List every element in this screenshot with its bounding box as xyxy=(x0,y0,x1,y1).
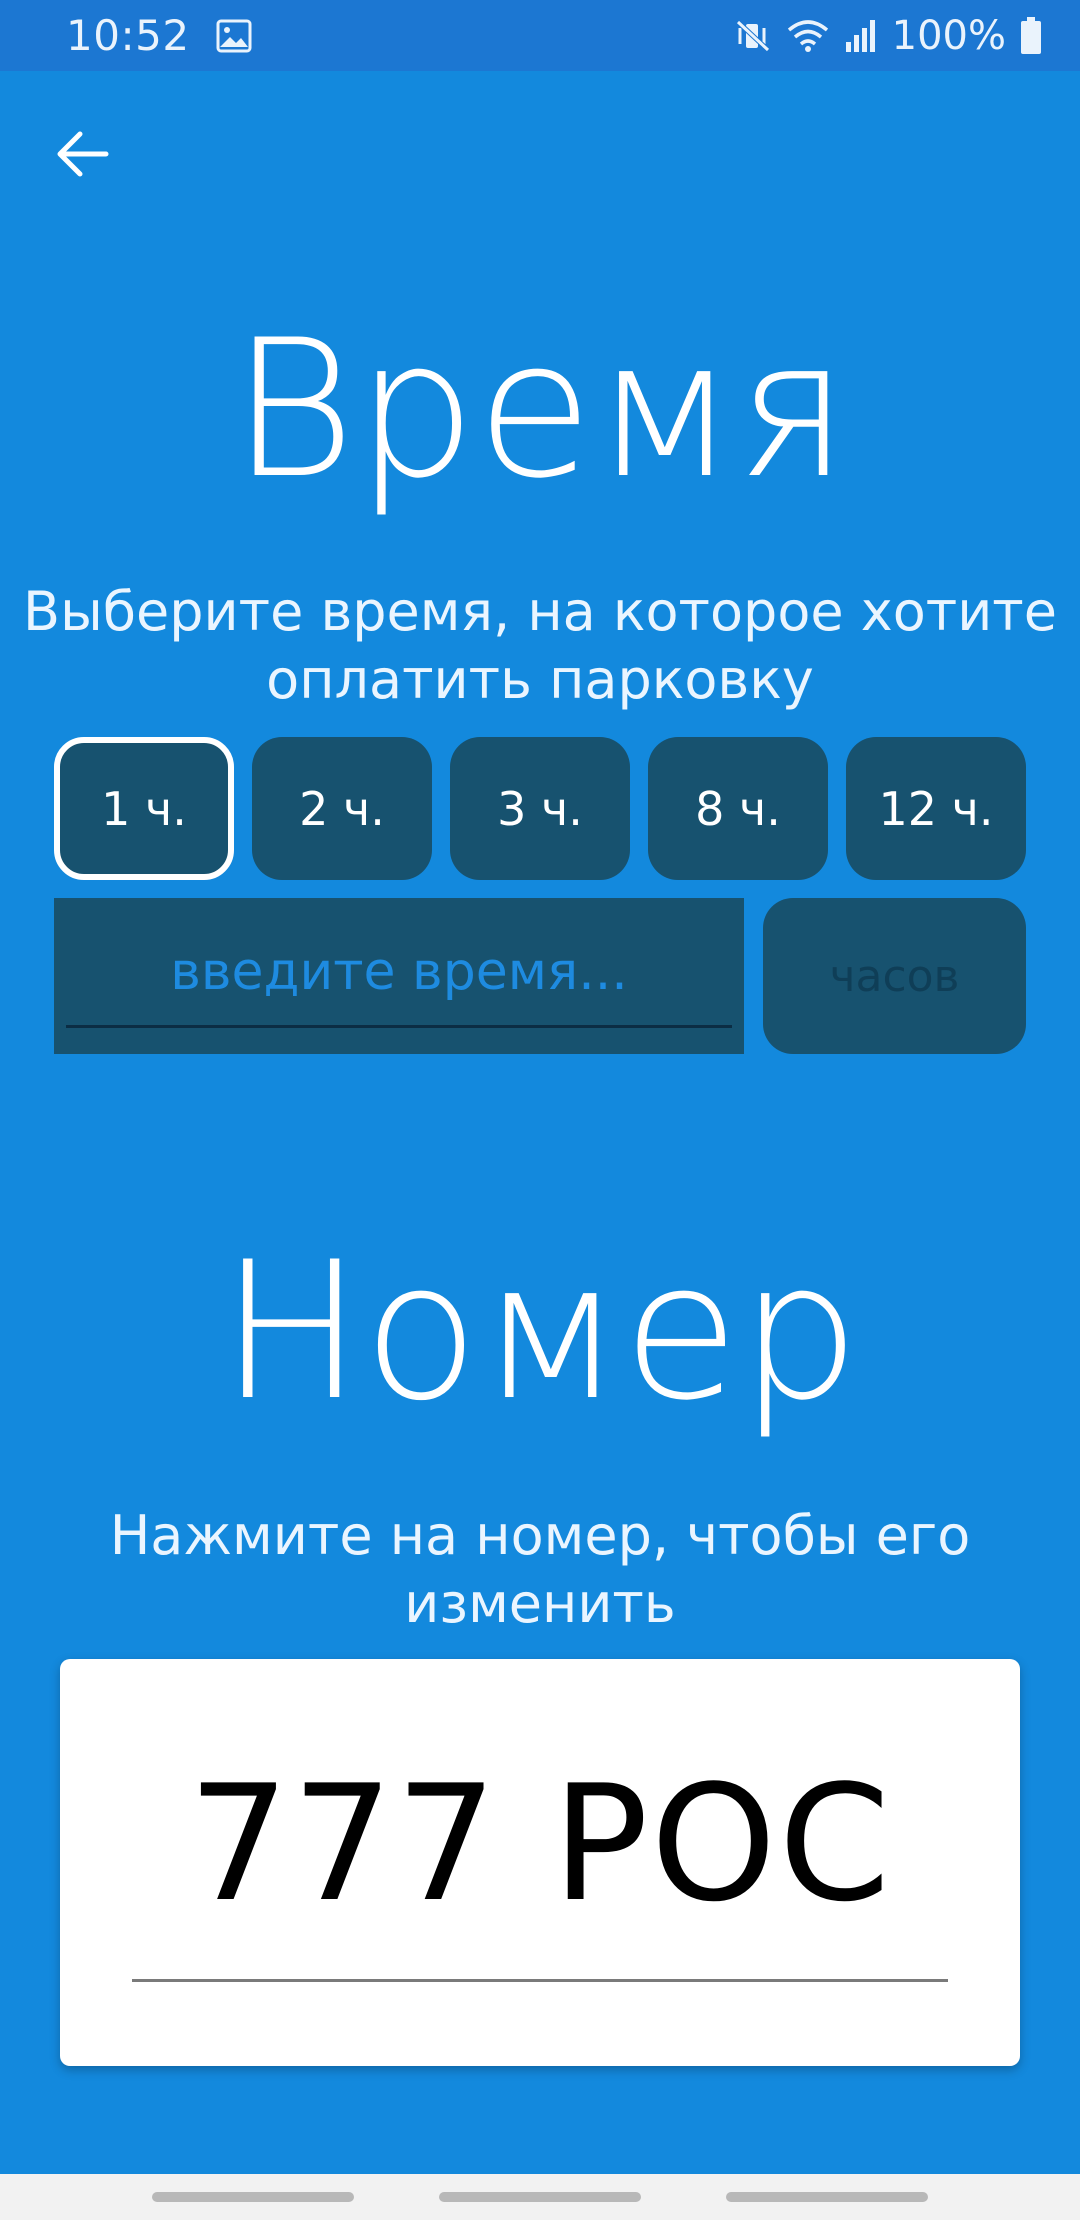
license-plate-number[interactable]: 777 РОС xyxy=(60,1749,1020,1939)
status-bar: 10:52 100% xyxy=(0,0,1080,71)
custom-time-row: часов xyxy=(54,898,1026,1054)
nav-recents-button[interactable] xyxy=(152,2192,355,2202)
status-time: 10:52 xyxy=(66,11,190,60)
hour-options: 1 ч. 2 ч. 3 ч. 8 ч. 12 ч. xyxy=(54,737,1026,880)
hour-option-3[interactable]: 3 ч. xyxy=(450,737,630,880)
nav-back-button[interactable] xyxy=(725,2192,928,2202)
number-subtitle: Нажмите на номер, чтобы его изменить xyxy=(109,1504,971,1635)
hour-option-2[interactable]: 2 ч. xyxy=(252,737,432,880)
hour-option-8[interactable]: 8 ч. xyxy=(648,737,828,880)
back-button[interactable] xyxy=(48,122,116,190)
plate-underline xyxy=(132,1979,948,1982)
hours-unit-button[interactable]: часов xyxy=(763,898,1026,1054)
arrow-left-icon xyxy=(54,129,110,183)
hour-option-1[interactable]: 1 ч. xyxy=(54,737,234,880)
navigation-bar xyxy=(0,2174,1080,2220)
status-left: 10:52 xyxy=(66,11,252,60)
vibrate-icon xyxy=(734,18,772,54)
number-title: Номер xyxy=(220,1221,860,1442)
license-plate-card[interactable]: 777 РОС xyxy=(60,1659,1020,2066)
image-icon xyxy=(216,19,252,53)
hour-option-12[interactable]: 12 ч. xyxy=(846,737,1026,880)
time-subtitle: Выберите время, на которое хотите оплати… xyxy=(23,580,1057,711)
custom-time-field xyxy=(54,898,744,1054)
time-title: Время xyxy=(231,299,849,520)
custom-time-input[interactable] xyxy=(66,918,732,1028)
status-right: 100% xyxy=(734,13,1042,59)
wifi-icon xyxy=(786,18,830,54)
battery-icon xyxy=(1020,16,1042,55)
battery-percentage: 100% xyxy=(891,12,1006,59)
signal-icon xyxy=(844,18,878,54)
nav-home-button[interactable] xyxy=(438,2192,641,2202)
